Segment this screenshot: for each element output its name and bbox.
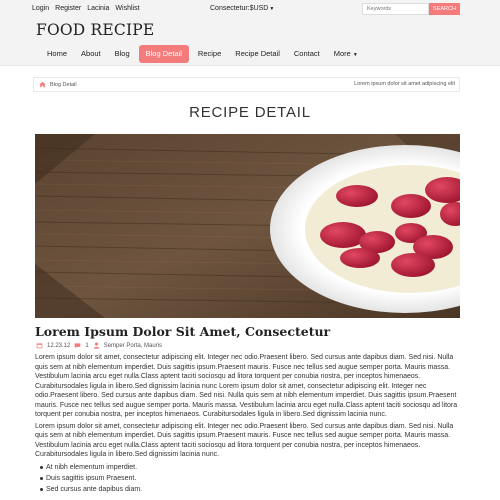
nav-contact[interactable]: Contact [287, 45, 327, 63]
login-link[interactable]: Login [32, 5, 49, 12]
breadcrumb: Blog Detail Lorem ipsum dolor sit amet a… [33, 77, 460, 92]
post-list: At nibh elementum imperdiet. Duis sagitt… [35, 462, 461, 495]
post-meta: 12.23.12 1 Semper Porta, Mauris [36, 342, 162, 349]
currency-dropdown[interactable]: Consectetur:$USD▼ [210, 5, 274, 12]
nav-recipe[interactable]: Recipe [191, 45, 228, 63]
nav-blog[interactable]: Blog [108, 45, 137, 63]
caret-down-icon: ▼ [352, 52, 358, 58]
post-body: Lorem ipsum dolor sit amet, consectetur … [35, 353, 461, 495]
post-author[interactable]: Semper Porta, Mauris [104, 343, 162, 349]
comment-icon [75, 343, 81, 349]
page-title: RECIPE DETAIL [189, 104, 311, 121]
caret-down-icon: ▼ [269, 6, 275, 12]
site-brand[interactable]: FOOD RECIPE [36, 21, 154, 39]
hero-image [35, 134, 460, 318]
post-date: 12.23.12 [47, 342, 71, 349]
search-input[interactable] [362, 3, 429, 15]
nav-home[interactable]: Home [40, 45, 74, 63]
breadcrumb-current: Blog Detail [50, 81, 77, 88]
nav-blog-detail[interactable]: Blog Detail [138, 45, 189, 63]
list-item: Sed cursus ante dapibus diam. [40, 484, 461, 495]
post-paragraph: Lorem ipsum dolor sit amet, consectetur … [35, 354, 458, 418]
nav-more[interactable]: More ▼ [327, 45, 365, 63]
account-links: Login Register Lacinia Wishlist [32, 5, 140, 12]
nav-about[interactable]: About [74, 45, 108, 63]
user-icon [93, 342, 100, 349]
list-item: Duis sagittis ipsum Praesent. [40, 473, 461, 484]
site-header: FOOD RECIPE Home About Blog Blog Detail … [0, 18, 500, 66]
calendar-icon [36, 343, 43, 349]
nav-recipe-detail[interactable]: Recipe Detail [228, 45, 287, 63]
nav-more-label: More [333, 49, 351, 58]
raspberry-dessert-photo [35, 134, 460, 318]
wishlist-link[interactable]: Wishlist [115, 5, 139, 12]
post-paragraph: Lorem ipsum dolor sit amet, consectetur … [35, 422, 454, 459]
lacinia-link[interactable]: Lacinia [87, 5, 109, 12]
post-title[interactable]: Lorem Ipsum Dolor Sit Amet, Consectetur [35, 324, 330, 339]
list-item: At nibh elementum imperdiet. [40, 462, 461, 473]
comment-count[interactable]: 1 [85, 343, 88, 349]
main-nav: Home About Blog Blog Detail Recipe Recip… [40, 45, 365, 63]
home-icon[interactable] [39, 81, 46, 88]
currency-label: Consectetur:$USD [210, 5, 269, 12]
breadcrumb-tagline: Lorem ipsum dolor sit amet adipiscing el… [354, 81, 455, 87]
register-link[interactable]: Register [55, 5, 81, 12]
top-bar: Login Register Lacinia Wishlist Consecte… [0, 0, 500, 18]
search-button[interactable]: SEARCH [429, 3, 460, 15]
